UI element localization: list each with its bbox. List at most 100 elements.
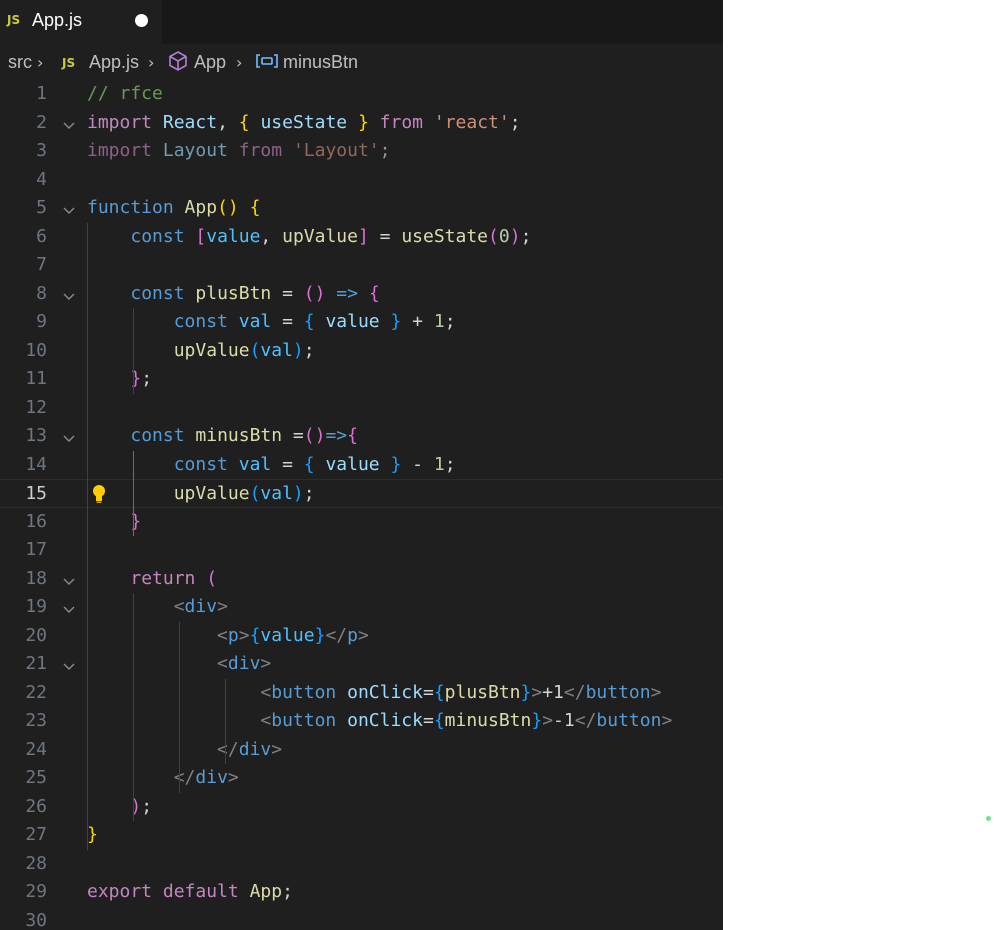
- code-line[interactable]: 8 const plusBtn = () => {: [0, 280, 723, 309]
- code-line[interactable]: 24 </div>: [0, 736, 723, 765]
- code-line[interactable]: 11 };: [0, 365, 723, 394]
- chevron-down-icon[interactable]: [62, 287, 76, 301]
- code-line[interactable]: 26 );: [0, 793, 723, 822]
- code-line[interactable]: 29 export default App;: [0, 878, 723, 907]
- chevron-down-icon[interactable]: [62, 116, 76, 130]
- code-token: val: [260, 339, 293, 361]
- code-token: +1: [542, 681, 564, 703]
- code-text: };: [87, 365, 152, 394]
- code-line[interactable]: 15 upValue(val);: [0, 479, 723, 508]
- line-number: 6: [36, 225, 47, 247]
- chevron-down-icon[interactable]: [62, 657, 76, 671]
- code-token: (): [303, 425, 326, 446]
- code-line[interactable]: 6 const [value, upValue] = useState(0);: [0, 223, 723, 252]
- breadcrumb: src › JS App.js › App › minusBtn: [0, 44, 723, 82]
- code-line[interactable]: 3 import Layout from 'Layout';: [0, 137, 723, 166]
- chevron-down-icon[interactable]: [62, 600, 76, 614]
- code-text: </div>: [87, 764, 239, 793]
- code-line[interactable]: 4: [0, 166, 723, 195]
- code-line[interactable]: 19 <div>: [0, 593, 723, 622]
- chevron-down-icon[interactable]: [62, 429, 76, 443]
- code-line[interactable]: 10 upValue(val);: [0, 337, 723, 366]
- code-line[interactable]: 22 <button onClick={plusBtn}>+1</button>: [0, 679, 723, 708]
- code-line[interactable]: 21 <div>: [0, 650, 723, 679]
- line-number: 17: [25, 539, 47, 560]
- code-token: 0: [498, 225, 510, 247]
- code-line[interactable]: 17: [0, 536, 723, 565]
- code-line[interactable]: 18 return (: [0, 565, 723, 594]
- code-token: <: [260, 681, 272, 703]
- code-token: ,: [217, 111, 239, 133]
- chevron-down-icon[interactable]: [62, 201, 76, 215]
- code-token: }: [130, 368, 142, 389]
- code-line[interactable]: 9 const val = { value } + 1;: [0, 308, 723, 337]
- code-line[interactable]: 13 const minusBtn =()=>{: [0, 422, 723, 451]
- code-token: }: [390, 311, 402, 332]
- code-line[interactable]: 25 </div>: [0, 764, 723, 793]
- breadcrumb-file-app-js[interactable]: App.js: [89, 52, 139, 73]
- code-token: >: [531, 681, 543, 703]
- code-token: export: [87, 881, 153, 902]
- code-token: return: [130, 567, 196, 589]
- code-token: p: [227, 624, 239, 646]
- code-token: ;: [509, 111, 521, 133]
- tab-app-js[interactable]: JS App.js: [0, 0, 162, 44]
- indent-guide: [133, 450, 134, 536]
- code-token: ;: [282, 881, 293, 902]
- unsaved-changes-dot-icon[interactable]: [135, 14, 148, 27]
- code-token: (: [206, 567, 218, 589]
- code-token: const: [130, 225, 185, 247]
- code-line[interactable]: 27}: [0, 821, 723, 850]
- chevron-down-icon[interactable]: [62, 572, 76, 586]
- code-token: }: [130, 510, 142, 532]
- code-line[interactable]: 12: [0, 394, 723, 423]
- line-number: 25: [25, 767, 47, 788]
- code-text: import Layout from 'Layout';: [87, 137, 391, 166]
- breadcrumb-folder-src[interactable]: src: [8, 52, 32, 73]
- code-line[interactable]: 7: [0, 251, 723, 280]
- code-token: default: [162, 881, 239, 902]
- code-token: value: [206, 225, 261, 247]
- javascript-file-icon: JS: [62, 56, 76, 70]
- chevron-right-icon: ›: [148, 53, 155, 72]
- code-token: ]: [357, 225, 369, 247]
- tab-bar: JS App.js: [0, 0, 723, 44]
- code-area[interactable]: 1 // rfce 2 import React, { useState } from…: [0, 80, 723, 930]
- code-token: >: [661, 710, 673, 731]
- code-line[interactable]: 2 import React, { useState } from 'react'…: [0, 109, 723, 138]
- code-token: (: [488, 225, 499, 247]
- code-token: {: [347, 425, 358, 446]
- code-token: ;: [520, 225, 532, 247]
- code-line[interactable]: 20 <p>{value}</p>: [0, 622, 723, 651]
- code-text: upValue(val);: [87, 337, 315, 366]
- code-line[interactable]: 28: [0, 850, 723, 879]
- code-line[interactable]: 14 const val = { value } - 1;: [0, 451, 723, 480]
- code-line[interactable]: 30: [0, 907, 723, 930]
- code-token: </: [173, 767, 196, 788]
- breadcrumb-symbol-app[interactable]: App: [194, 52, 226, 73]
- code-token: }: [357, 111, 369, 133]
- breadcrumb-member-minusbtn[interactable]: minusBtn: [283, 52, 358, 73]
- line-number: 16: [25, 510, 47, 532]
- line-number: 28: [25, 852, 47, 874]
- code-line[interactable]: 23 <button onClick={minusBtn}>-1</button…: [0, 707, 723, 736]
- code-token: }: [87, 824, 98, 845]
- code-text: <p>{value}</p>: [87, 622, 369, 651]
- code-line[interactable]: 5 function App() {: [0, 194, 723, 223]
- code-editor[interactable]: JS App.js src › JS App.js › App › minusB…: [0, 0, 723, 930]
- code-line[interactable]: 1 // rfce: [0, 80, 723, 109]
- code-line[interactable]: 16 }: [0, 508, 723, 537]
- code-token: =: [422, 710, 434, 731]
